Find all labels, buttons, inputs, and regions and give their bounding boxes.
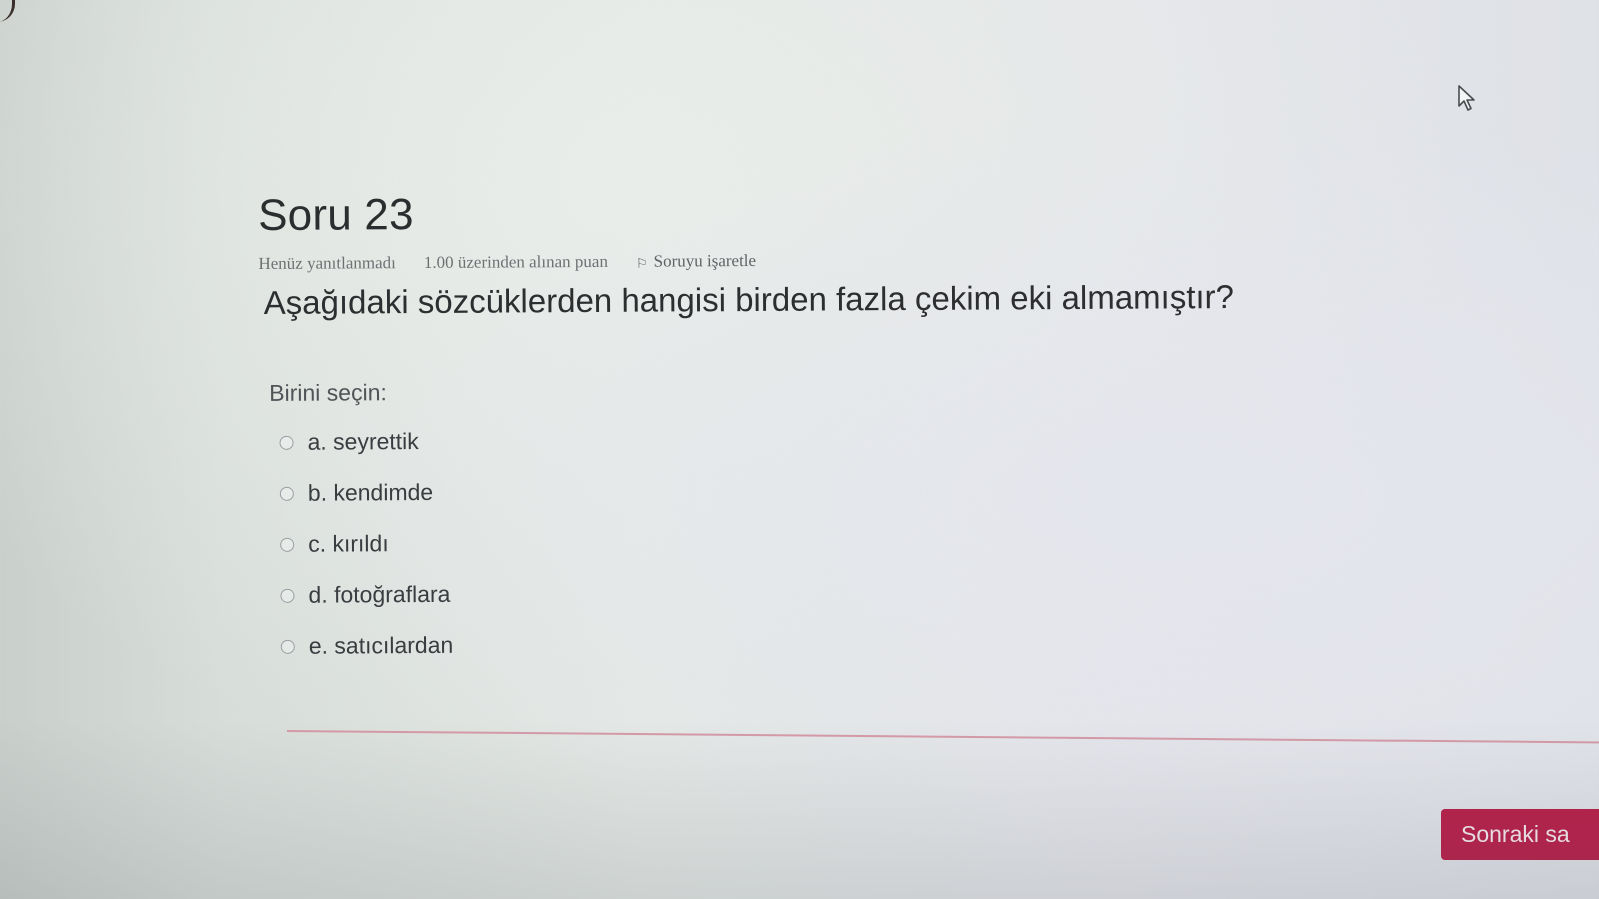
- question-block: Soru 23 Henüz yanıtlanmadı 1.00 üzerinde…: [258, 182, 1581, 672]
- question-info: Henüz yanıtlanmadı 1.00 üzerinden alınan…: [258, 246, 1578, 274]
- question-status: Henüz yanıtlanmadı: [258, 253, 396, 273]
- screen-edge-mark: [0, 0, 15, 22]
- answer-options: a. seyrettik b. kendimde c. kırıldı d. f…: [279, 409, 1581, 672]
- answer-option-label: e. satıcılardan: [308, 631, 454, 659]
- flag-question-label: Soruyu işaretle: [653, 250, 757, 271]
- next-page-button[interactable]: Sonraki sa: [1441, 809, 1599, 860]
- radio-button[interactable]: [279, 486, 294, 501]
- radio-button[interactable]: [280, 639, 295, 654]
- question-title: Soru 23: [258, 190, 414, 240]
- answer-option-a[interactable]: a. seyrettik: [279, 409, 1579, 468]
- answer-option-e[interactable]: e. satıcılardan: [280, 613, 1581, 672]
- answer-option-label: c. kırıldı: [308, 530, 389, 557]
- flag-icon: ⚐: [635, 255, 648, 271]
- answer-option-d[interactable]: d. fotoğraflara: [280, 562, 1580, 621]
- answer-option-label: d. fotoğraflara: [308, 580, 451, 608]
- answer-option-label: a. seyrettik: [307, 428, 419, 455]
- mouse-pointer-icon: [1458, 85, 1475, 111]
- flag-question-link[interactable]: ⚐ Soruyu işaretle: [636, 251, 756, 272]
- answer-prompt: Birini seçin:: [269, 379, 387, 406]
- radio-button[interactable]: [280, 588, 295, 603]
- radio-button[interactable]: [280, 537, 295, 552]
- answer-option-b[interactable]: b. kendimde: [279, 460, 1580, 519]
- question-text: Aşağıdaki sözcüklerden hangisi birden fa…: [263, 278, 1235, 321]
- radio-button[interactable]: [279, 435, 294, 450]
- answer-option-label: b. kendimde: [307, 478, 434, 506]
- answer-option-c[interactable]: c. kırıldı: [280, 511, 1580, 570]
- question-grade: 1.00 üzerinden alınan puan: [423, 251, 608, 272]
- section-divider: [286, 730, 1599, 744]
